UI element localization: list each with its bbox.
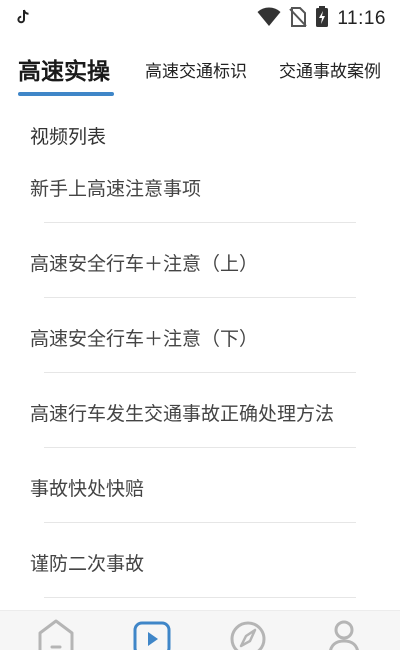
list-item[interactable]: 高速安全行车＋注意（下） <box>0 298 400 373</box>
tab-highway-signs[interactable]: 高速交通标识 <box>145 40 247 98</box>
status-time: 11:16 <box>337 8 386 29</box>
video-list: 新手上高速注意事项 高速安全行车＋注意（上） 高速安全行车＋注意（下） 高速行车… <box>0 148 400 598</box>
nav-video[interactable] <box>132 619 172 650</box>
tab-label: 高速实操 <box>18 59 110 85</box>
video-title: 高速安全行车＋注意（下） <box>30 328 259 350</box>
nav-home[interactable] <box>36 619 76 650</box>
tab-accident-cases[interactable]: 交通事故案例 <box>279 40 381 98</box>
list-item[interactable]: 高速行车发生交通事故正确处理方法 <box>0 373 400 448</box>
video-title: 高速行车发生交通事故正确处理方法 <box>30 403 335 425</box>
section-title: 视频列表 <box>30 126 107 148</box>
list-item[interactable]: 谨防二次事故 <box>0 523 400 598</box>
no-sim-icon <box>289 7 308 31</box>
video-title: 高速安全行车＋注意（上） <box>30 253 259 275</box>
video-title: 事故快处快赔 <box>30 478 145 500</box>
video-title: 新手上高速注意事项 <box>30 178 202 200</box>
home-icon <box>36 619 76 650</box>
divider <box>44 597 356 598</box>
profile-icon <box>324 619 364 650</box>
tab-highway-practice[interactable]: 高速实操 <box>18 40 110 98</box>
active-tab-indicator <box>18 92 114 96</box>
tab-label: 高速交通标识 <box>145 61 247 82</box>
list-item[interactable]: 高速安全行车＋注意（上） <box>0 223 400 298</box>
nav-profile[interactable] <box>324 619 364 650</box>
tiktok-icon <box>16 9 30 29</box>
list-item[interactable]: 新手上高速注意事项 <box>0 148 400 223</box>
tab-bar: 高速实操 高速交通标识 交通事故案例 <box>0 40 400 98</box>
battery-charging-icon <box>315 6 329 32</box>
wifi-icon <box>257 7 281 31</box>
bottom-nav <box>0 610 400 650</box>
compass-icon <box>228 619 268 650</box>
video-title: 谨防二次事故 <box>30 553 145 575</box>
list-item[interactable]: 事故快处快赔 <box>0 448 400 523</box>
video-icon <box>132 619 172 650</box>
tab-label: 交通事故案例 <box>279 61 381 82</box>
status-bar: 11:16 <box>0 0 400 38</box>
nav-discover[interactable] <box>228 619 268 650</box>
